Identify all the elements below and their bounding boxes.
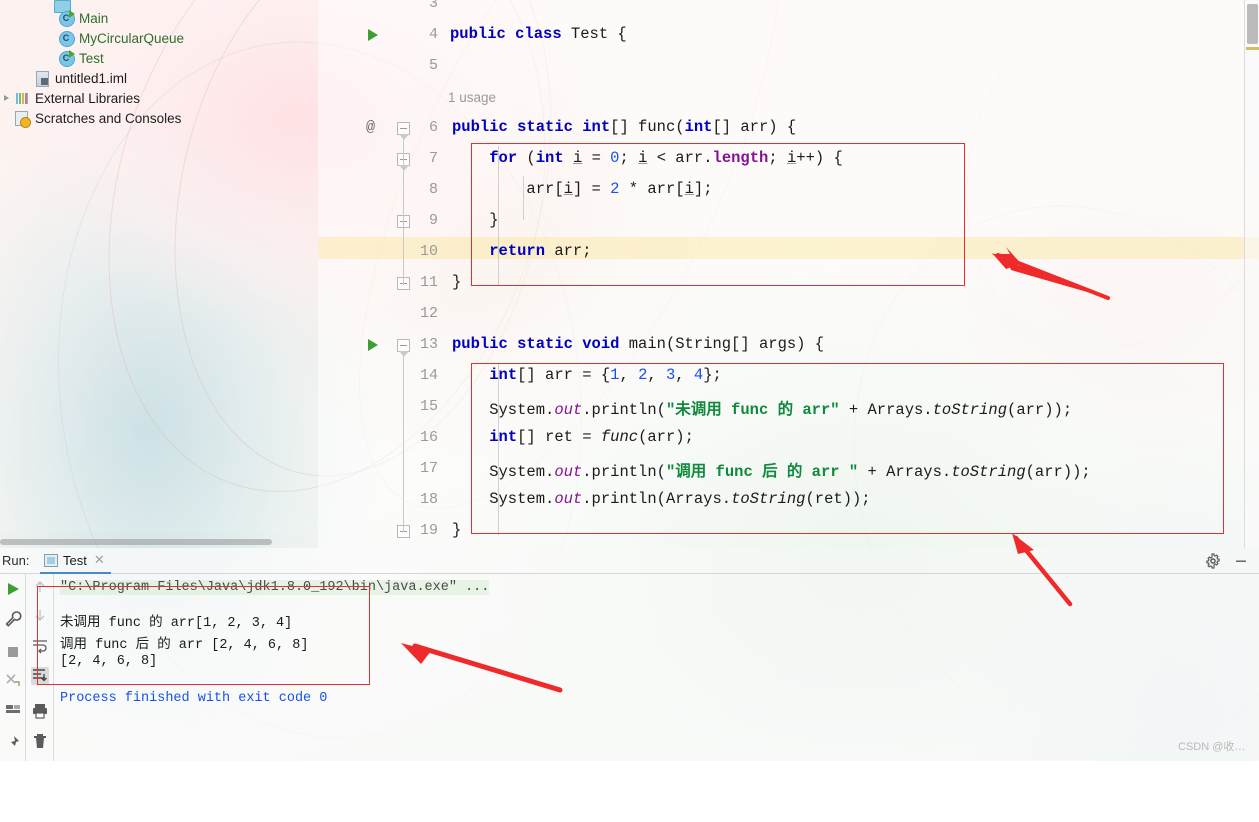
sidebar-item-external-libraries[interactable]: External Libraries [14, 88, 140, 108]
project-panel-horizontal-scrollbar[interactable] [0, 538, 318, 546]
run-method-gutter-icon[interactable] [366, 338, 380, 352]
csdn-watermark: CSDN @收… [1178, 738, 1245, 754]
rerun-icon[interactable] [4, 580, 22, 598]
code-line[interactable]: } [452, 273, 461, 291]
gear-icon[interactable] [1204, 552, 1222, 570]
minimize-icon[interactable] [1232, 552, 1250, 570]
sidebar-item-scratches-and-consoles[interactable]: Scratches and Consoles [14, 108, 181, 128]
line-number: 18 [398, 491, 438, 508]
fold-region-line [403, 135, 404, 285]
settings-wrench-icon[interactable] [4, 610, 22, 628]
external-libraries-icon [14, 90, 30, 106]
code-line[interactable]: public static int[] func(int[] arr) { [452, 118, 796, 136]
ide-window: Main MyCircularQueue Test untitled1.iml … [0, 0, 1259, 761]
scrollbar-thumb[interactable] [1247, 4, 1258, 44]
code-line[interactable]: System.out.println("调用 func 后 的 arr " + … [452, 459, 1091, 481]
console-tab-icon [44, 554, 58, 567]
chevron-right-icon[interactable] [2, 93, 12, 103]
tree-item-label: Main [79, 11, 108, 26]
scroll-up-icon[interactable] [31, 578, 49, 596]
usage-inlay-hint[interactable]: 1 usage [448, 90, 496, 105]
project-tree-panel[interactable]: Main MyCircularQueue Test untitled1.iml … [0, 0, 318, 533]
sidebar-item-test[interactable]: Test [58, 48, 104, 68]
tree-item-label: untitled1.iml [55, 71, 127, 86]
code-line[interactable]: } [452, 521, 461, 539]
scroll-down-icon[interactable] [31, 606, 49, 624]
layout-icon[interactable] [4, 700, 22, 718]
tree-item-label: External Libraries [35, 91, 140, 106]
run-class-gutter-icon[interactable] [366, 28, 380, 42]
console-line: 未调用 func 的 arr[1, 2, 3, 4] [60, 610, 292, 631]
run-tab-label: Test [63, 553, 87, 568]
print-icon[interactable] [31, 702, 49, 720]
run-tool-window-header: Run: Test ✕ [0, 548, 1259, 574]
code-editor[interactable]: 3 4 5 6 7 8 9 10 11 12 13 14 15 16 17 18… [318, 0, 1259, 548]
tree-item-label: MyCircularQueue [79, 31, 184, 46]
run-actions-toolbar[interactable] [0, 574, 26, 761]
close-icon[interactable]: ✕ [94, 552, 105, 568]
soft-wrap-icon[interactable] [31, 637, 49, 655]
sidebar-item-untitled1-iml[interactable]: untitled1.iml [34, 68, 127, 88]
code-line[interactable]: public class Test { [450, 25, 627, 43]
line-number: 17 [398, 460, 438, 477]
code-line[interactable]: return arr; [452, 242, 592, 260]
line-number: 3 [398, 0, 438, 12]
sidebar-item-main[interactable]: Main [58, 8, 108, 28]
stop-icon[interactable] [4, 643, 22, 661]
code-line[interactable]: public static void main(String[] args) { [452, 335, 824, 353]
code-line[interactable]: System.out.println(Arrays.toString(ret))… [452, 490, 871, 508]
console-line: "C:\Program Files\Java\jdk1.8.0_192\bin\… [60, 580, 489, 595]
code-line[interactable]: for (int i = 0; i < arr.length; i++) { [452, 149, 843, 167]
editor-vertical-scrollbar[interactable] [1244, 0, 1259, 548]
run-tab-test[interactable]: Test ✕ [40, 548, 111, 574]
fold-marker-icon[interactable] [397, 339, 410, 352]
fold-region-line [403, 352, 404, 532]
console-output[interactable]: "C:\Program Files\Java\jdk1.8.0_192\bin\… [54, 574, 1259, 761]
line-number: 15 [398, 398, 438, 415]
trash-icon[interactable] [31, 732, 49, 750]
tree-item-label: Test [79, 51, 104, 66]
annotation-gutter-marker: @ [366, 119, 375, 136]
line-number: 10 [398, 243, 438, 260]
class-icon [58, 30, 74, 46]
console-line: Process finished with exit code 0 [60, 691, 327, 706]
class-icon [58, 10, 74, 26]
console-line: [2, 4, 6, 8] [60, 654, 157, 669]
line-number: 14 [398, 367, 438, 384]
tree-item-label: Scratches and Consoles [35, 111, 181, 126]
code-line[interactable]: int[] ret = func(arr); [452, 428, 694, 446]
fold-marker-icon[interactable] [397, 122, 410, 135]
line-number: 8 [398, 181, 438, 198]
code-line[interactable]: System.out.println("未调用 func 的 arr" + Ar… [452, 397, 1072, 419]
code-line[interactable]: int[] arr = {1, 2, 3, 4}; [452, 366, 722, 384]
rerun-failed-icon[interactable] [4, 671, 22, 689]
line-number: 4 [398, 26, 438, 43]
run-window-label: Run: [2, 553, 29, 568]
scroll-to-end-icon[interactable] [31, 667, 49, 685]
console-actions-toolbar[interactable] [26, 574, 54, 761]
line-number: 12 [398, 305, 438, 322]
run-tool-window[interactable]: Run: Test ✕ [0, 548, 1259, 761]
class-icon [58, 50, 74, 66]
line-number: 5 [398, 57, 438, 74]
sidebar-item-mycircularqueue[interactable]: MyCircularQueue [58, 28, 184, 48]
console-line: 调用 func 后 的 arr [2, 4, 6, 8] [60, 632, 308, 653]
indent-guide [498, 363, 499, 535]
pin-icon[interactable] [4, 734, 22, 752]
caret-position-marker [1246, 47, 1259, 50]
line-number: 16 [398, 429, 438, 446]
scratches-icon [14, 110, 30, 126]
code-line[interactable]: } [452, 211, 499, 229]
code-line[interactable]: arr[i] = 2 * arr[i]; [452, 180, 713, 198]
editor-gutter[interactable]: 3 4 5 6 7 8 9 10 11 12 13 14 15 16 17 18… [318, 0, 438, 548]
scrollbar-thumb[interactable] [0, 539, 272, 545]
iml-file-icon [34, 70, 50, 86]
